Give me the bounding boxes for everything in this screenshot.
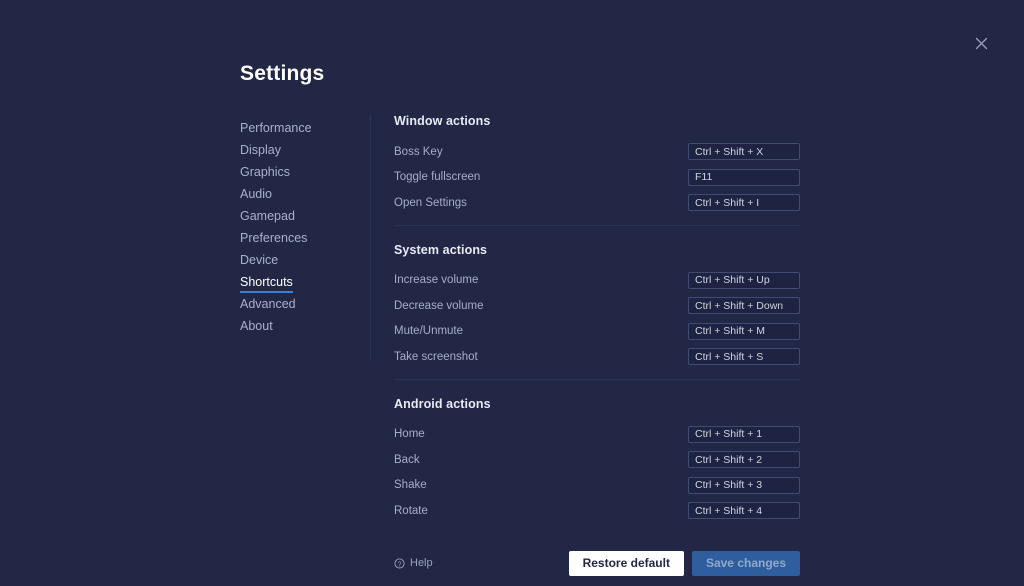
shortcut-input-open-settings[interactable] [688,194,800,212]
sidebar-item-advanced[interactable]: Advanced [240,297,296,315]
settings-section: Android actions Home Back Shake Rotate [394,397,800,524]
sidebar-item-row: Performance [240,119,370,141]
section-divider [394,378,800,380]
shortcut-input-toggle-fullscreen[interactable] [688,168,800,186]
settings-section: System actions Increase volume Decrease vo… [394,243,800,370]
sidebar-item-graphics[interactable]: Graphics [240,165,290,183]
help-label: Help [410,557,433,569]
shortcut-input-back[interactable] [688,451,800,469]
shortcut-input-take-screenshot[interactable] [688,348,800,366]
section-title: Android actions [394,396,491,411]
sidebar-item-device[interactable]: Device [240,253,278,271]
shortcut-row: Boss Key [394,139,800,165]
section-title: Window actions [394,114,491,128]
shortcut-row: Decrease volume [394,293,800,319]
restore-default-button[interactable]: Restore default [568,550,684,576]
sidebar-item-about[interactable]: About [240,319,273,337]
sidebar-item-shortcuts[interactable]: Shortcuts [240,275,293,293]
shortcut-input-shake[interactable] [688,476,800,494]
shortcut-row: Rotate [394,498,800,524]
shortcut-input-mute-unmute[interactable] [688,322,800,340]
sidebar-item-row: Display [240,141,370,163]
settings-section: Window actions Boss Key Toggle fullscreen O… [394,114,800,216]
shortcut-row: Back [394,447,800,473]
shortcut-input-rotate[interactable] [688,502,800,520]
shortcut-row: Mute/Unmute [394,319,800,345]
shortcut-label: Shake [394,479,427,492]
shortcut-row: Home [394,422,800,448]
shortcut-label: Rotate [394,504,428,517]
sidebar-item-row: About [240,317,370,339]
shortcut-label: Back [394,453,420,466]
settings-content: Window actions Boss Key Toggle fullscreen O… [370,114,800,524]
sidebar-item-performance[interactable]: Performance [240,121,312,139]
section-title: System actions [394,242,488,257]
close-icon[interactable] [969,31,993,55]
sidebar-item-gamepad[interactable]: Gamepad [240,209,295,227]
shortcut-label: Toggle fullscreen [394,171,481,184]
sidebar-item-row: Shortcuts [240,273,370,295]
sidebar-divider [370,114,371,360]
settings-body: Performance Display Graphics Audio Gamepad Pr… [240,114,800,524]
shortcut-row: Take screenshot [394,344,800,370]
shortcut-label: Open Settings [394,196,467,209]
settings-screen: Settings Performance Display Graphics Audio… [0,0,1024,586]
settings-dialog: Settings Performance Display Graphics Audio… [240,62,800,576]
sidebar-item-preferences[interactable]: Preferences [240,231,307,249]
shortcut-label: Boss Key [394,145,443,158]
shortcut-row: Shake [394,473,800,499]
sidebar-item-row: Graphics [240,163,370,185]
shortcut-label: Mute/Unmute [394,325,464,338]
shortcut-label: Home [394,428,425,441]
save-changes-button[interactable]: Save changes [691,550,800,576]
shortcut-row: Open Settings [394,190,800,216]
sidebar-item-row: Gamepad [240,207,370,229]
shortcut-label: Take screenshot [394,350,478,363]
shortcut-input-home[interactable] [688,425,800,443]
settings-sidebar: Performance Display Graphics Audio Gamepad Pr… [240,114,370,524]
sidebar-item-row: Preferences [240,229,370,251]
page-title: Settings [240,62,325,85]
shortcut-input-decrease-volume[interactable] [688,297,800,315]
question-circle-icon: ? [394,557,405,569]
sidebar-item-row: Device [240,251,370,273]
shortcut-label: Decrease volume [394,299,484,312]
shortcut-input-increase-volume[interactable] [688,271,800,289]
shortcut-input-boss-key[interactable] [688,143,800,161]
sidebar-item-audio[interactable]: Audio [240,187,272,205]
help-link[interactable]: ? Help [394,557,433,569]
sidebar-item-row: Advanced [240,295,370,317]
shortcut-row: Toggle fullscreen [394,165,800,191]
sidebar-item-display[interactable]: Display [240,143,281,161]
shortcut-row: Increase volume [394,268,800,294]
sidebar-item-row: Audio [240,185,370,207]
section-divider [394,224,800,226]
shortcut-label: Increase volume [394,274,479,287]
dialog-footer: ? Help Restore default Save changes [240,550,800,576]
svg-text:?: ? [398,561,402,568]
